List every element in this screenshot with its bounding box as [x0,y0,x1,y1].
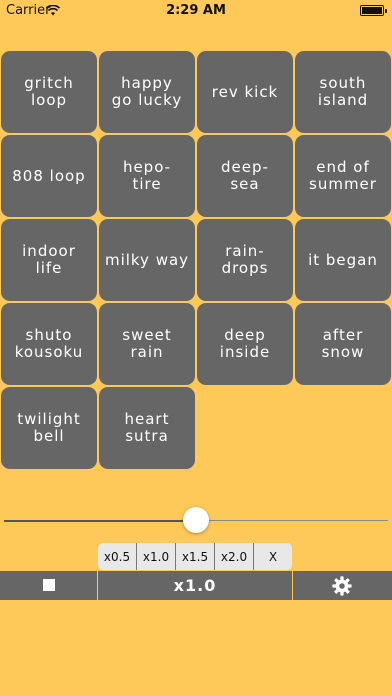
speed-option-x2.0[interactable]: x2.0 [215,543,254,570]
pad-twilight-bell[interactable]: twilight bell [1,387,97,469]
speed-option-x1.0[interactable]: x1.0 [137,543,176,570]
pad-shuto-kousoku[interactable]: shuto kousoku [1,303,97,385]
pad-indoor-life[interactable]: indoor life [1,219,97,301]
slider-track-filled [4,520,196,522]
playback-rate-label: x1.0 [173,576,217,595]
pad-heart-sutra[interactable]: heart sutra [99,387,195,469]
gear-icon[interactable] [330,575,354,597]
slider-track-empty [196,520,388,521]
pad-808-loop[interactable]: 808 loop [1,135,97,217]
pad-gritch-loop[interactable]: gritch loop [1,51,97,133]
pad-hepo-tire[interactable]: hepo- tire [99,135,195,217]
pad-rev-kick[interactable]: rev kick [197,51,293,133]
battery-icon [360,5,387,16]
pad-deep-sea[interactable]: deep- sea [197,135,293,217]
speed-option-x0.5[interactable]: x0.5 [98,543,137,570]
pad-end-of-summer[interactable]: end of summer [295,135,391,217]
pad-deep-inside[interactable]: deep inside [197,303,293,385]
status-bar: Carrier 2:29 AM [0,0,392,22]
speed-popup: x0.5 x1.0 x1.5 x2.0 X [98,543,292,570]
bottom-bar: x1.0 [0,571,392,600]
pad-milky-way[interactable]: milky way [99,219,195,301]
clock: 2:29 AM [166,3,226,18]
slider-thumb[interactable] [183,507,209,533]
pad-south-island[interactable]: south island [295,51,391,133]
stop-icon [43,579,55,591]
stop-button[interactable] [0,571,97,600]
playback-rate-button[interactable]: x1.0 [98,571,292,600]
speed-popup-close-button[interactable]: X [254,543,292,570]
pad-sweet-rain[interactable]: sweet rain [99,303,195,385]
pad-after-snow[interactable]: after snow [295,303,391,385]
pad-it-began[interactable]: it began [295,219,391,301]
pad-rain-drops[interactable]: rain- drops [197,219,293,301]
speed-option-x1.5[interactable]: x1.5 [176,543,215,570]
pad-happy-go-lucky[interactable]: happy go lucky [99,51,195,133]
